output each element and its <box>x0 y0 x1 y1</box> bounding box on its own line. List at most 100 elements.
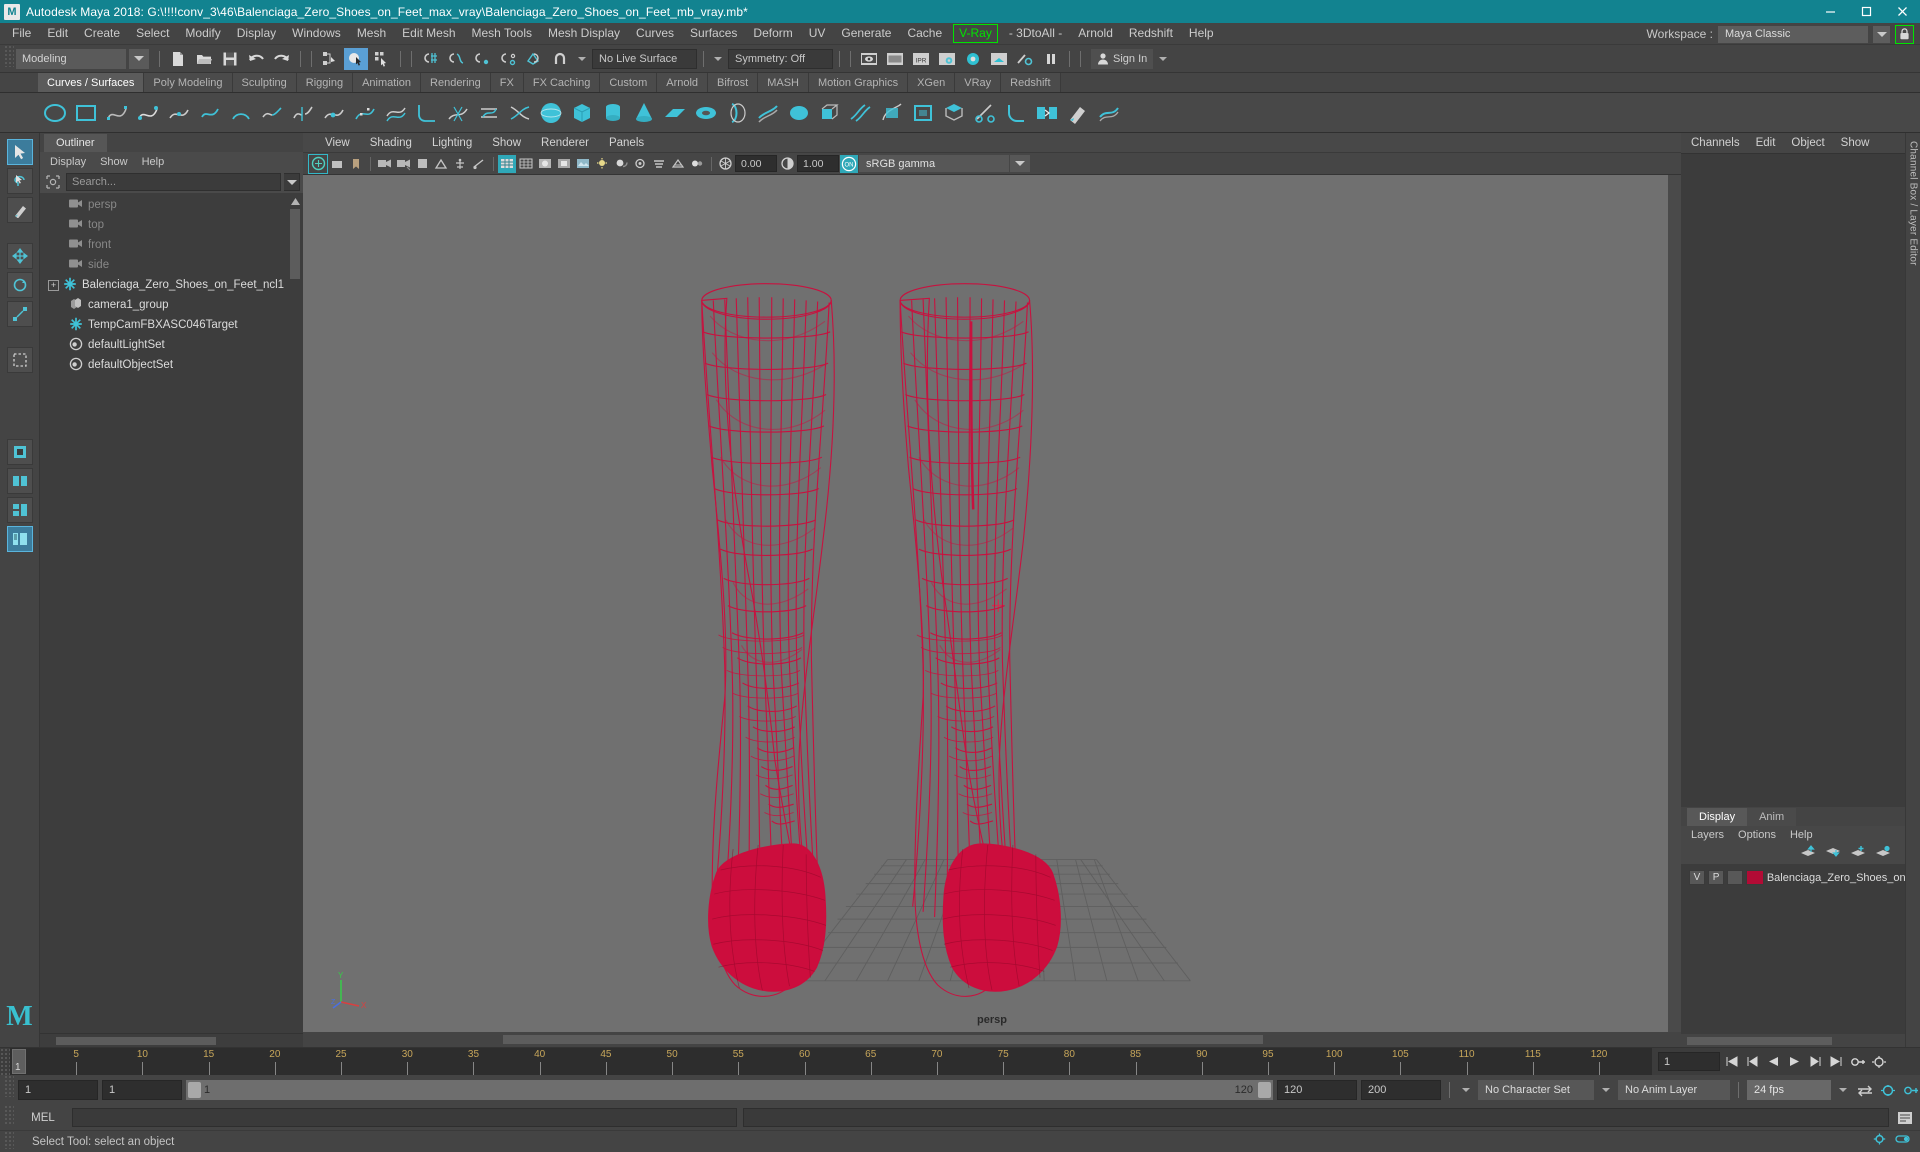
snap-grid-icon[interactable] <box>418 48 442 70</box>
surface-fillet-icon[interactable] <box>1003 100 1029 126</box>
redo-icon[interactable] <box>270 48 294 70</box>
go-to-start-icon[interactable] <box>1722 1052 1741 1072</box>
shelf-tab-vray[interactable]: VRay <box>955 73 1002 92</box>
chevron-down-icon[interactable] <box>1598 1088 1614 1092</box>
scroll-thumb[interactable] <box>503 1035 1263 1044</box>
snap-viewplane-icon[interactable] <box>522 48 546 70</box>
camera-attributes-icon[interactable] <box>328 155 346 173</box>
auto-key-icon[interactable] <box>1848 1052 1867 1072</box>
workspace-dropdown[interactable]: Maya Classic <box>1718 25 1868 43</box>
pencil-curve-icon[interactable] <box>197 100 223 126</box>
bookmark-icon[interactable] <box>347 155 365 173</box>
trim-tool-icon[interactable] <box>972 100 998 126</box>
chevron-down-icon[interactable] <box>1873 25 1890 43</box>
attach-curves-icon[interactable] <box>259 100 285 126</box>
scroll-up-icon[interactable] <box>289 195 301 207</box>
menu-mesh[interactable]: Mesh <box>349 23 394 44</box>
planar-surface-icon[interactable] <box>786 100 812 126</box>
snap-projectcenter-icon[interactable] <box>496 48 520 70</box>
search-input[interactable]: Search... <box>66 173 281 191</box>
anim-layer-dropdown[interactable]: No Anim Layer <box>1618 1080 1730 1100</box>
command-line-grip[interactable] <box>4 1105 14 1124</box>
render-view-icon[interactable] <box>987 48 1011 70</box>
wireframe-shaded-icon[interactable] <box>498 154 516 173</box>
use-all-lights-icon[interactable] <box>593 155 611 173</box>
menu-3dtoall[interactable]: - 3DtoAll - <box>1001 23 1070 44</box>
channel-box-content[interactable] <box>1681 153 1905 807</box>
tab-outliner[interactable]: Outliner <box>44 134 107 152</box>
range-slider[interactable]: 1 120 <box>186 1080 1273 1100</box>
select-hierarchy-icon[interactable] <box>318 48 342 70</box>
help-menu[interactable]: Help <box>1790 829 1813 841</box>
scroll-thumb[interactable] <box>290 209 300 279</box>
playback-end-field[interactable]: 120 <box>1277 1080 1357 1100</box>
project-curve-icon[interactable] <box>476 100 502 126</box>
shelf-tab-custom[interactable]: Custom <box>600 73 658 92</box>
chevron-down-icon[interactable] <box>1835 1088 1851 1092</box>
chevron-down-icon[interactable] <box>1010 155 1030 172</box>
last-tool-icon[interactable] <box>6 347 33 373</box>
outliner-menu-help[interactable]: Help <box>142 156 165 168</box>
playback-loop-icon[interactable] <box>1855 1080 1874 1100</box>
shaded-selected-icon[interactable] <box>555 155 573 173</box>
resolution-gate-icon[interactable] <box>451 155 469 173</box>
menu-modify[interactable]: Modify <box>177 23 228 44</box>
shelf-tab-animation[interactable]: Animation <box>353 73 422 92</box>
magnet-icon[interactable] <box>548 48 572 70</box>
select-component-icon[interactable] <box>370 48 394 70</box>
exposure-icon[interactable] <box>716 155 734 173</box>
range-handle-left[interactable] <box>188 1082 201 1098</box>
outliner-item-tempcam[interactable]: TempCamFBXASC046Target <box>40 315 303 335</box>
undo-icon[interactable] <box>244 48 268 70</box>
layers-menu[interactable]: Layers <box>1691 829 1724 841</box>
screen-space-ao-icon[interactable] <box>631 155 649 173</box>
gate-mask-icon[interactable] <box>470 155 488 173</box>
show-menu[interactable]: Show <box>1841 137 1879 149</box>
grid-toggle-icon[interactable] <box>413 155 431 173</box>
move-layer-up-icon[interactable] <box>1800 845 1816 863</box>
chevron-down-icon[interactable] <box>284 173 300 191</box>
shelf-tab-rigging[interactable]: Rigging <box>296 73 354 92</box>
expand-plus-icon[interactable]: + <box>48 279 59 291</box>
nurbs-cylinder-icon[interactable] <box>600 100 626 126</box>
shadows-icon[interactable] <box>612 155 630 173</box>
nurbs-cube-icon[interactable] <box>569 100 595 126</box>
shelf-tab-rendering[interactable]: Rendering <box>421 73 491 92</box>
hypershade-icon[interactable] <box>961 48 985 70</box>
textured-icon[interactable] <box>574 155 592 173</box>
current-frame-field[interactable]: 1 <box>1658 1052 1720 1071</box>
tab-display-layers[interactable]: Display <box>1687 808 1748 826</box>
3d-viewport[interactable]: Y X Z persp <box>303 175 1681 1032</box>
shelf-tab-mash[interactable]: MASH <box>758 73 809 92</box>
animation-preferences-icon[interactable] <box>1869 1052 1888 1072</box>
maximize-icon[interactable] <box>1848 0 1884 23</box>
scroll-thumb[interactable] <box>1687 1037 1832 1045</box>
shelf-tab-fx[interactable]: FX <box>490 73 524 92</box>
symmetry-field[interactable]: Symmetry: Off <box>728 48 833 69</box>
toolbar-grip[interactable] <box>4 45 14 67</box>
select-camera-icon[interactable] <box>308 153 328 174</box>
menu-deform[interactable]: Deform <box>745 23 800 44</box>
menu-create[interactable]: Create <box>76 23 128 44</box>
help-line-grip[interactable] <box>4 1131 14 1149</box>
menu-edit-mesh[interactable]: Edit Mesh <box>394 23 463 44</box>
character-set-dropdown[interactable]: No Character Set <box>1478 1080 1594 1100</box>
shelf-tab-xgen[interactable]: XGen <box>908 73 956 92</box>
pause-render-icon[interactable] <box>1039 48 1063 70</box>
shelf-tab-motion-graphics[interactable]: Motion Graphics <box>809 73 909 92</box>
gear-icon[interactable] <box>1872 1132 1887 1151</box>
surface-editing-icon[interactable] <box>1096 100 1122 126</box>
detach-curves-icon[interactable] <box>290 100 316 126</box>
depth-of-field-icon[interactable] <box>688 155 706 173</box>
outliner-item-balenciaga[interactable]: + Balenciaga_Zero_Shoes_on_Feet_ncl1 <box>40 275 303 295</box>
play-forwards-icon[interactable] <box>1785 1052 1804 1072</box>
outliner-item-top[interactable]: top <box>40 215 303 235</box>
menu-redshift[interactable]: Redshift <box>1121 23 1181 44</box>
lock-icon[interactable] <box>1895 24 1914 44</box>
multisample-aa-icon[interactable] <box>669 155 687 173</box>
range-start-field[interactable]: 1 <box>18 1080 98 1100</box>
channels-menu[interactable]: Channels <box>1691 137 1749 149</box>
current-time-indicator[interactable]: 1 <box>12 1049 26 1074</box>
outliner-item-front[interactable]: front <box>40 235 303 255</box>
motion-blur-icon[interactable] <box>650 155 668 173</box>
